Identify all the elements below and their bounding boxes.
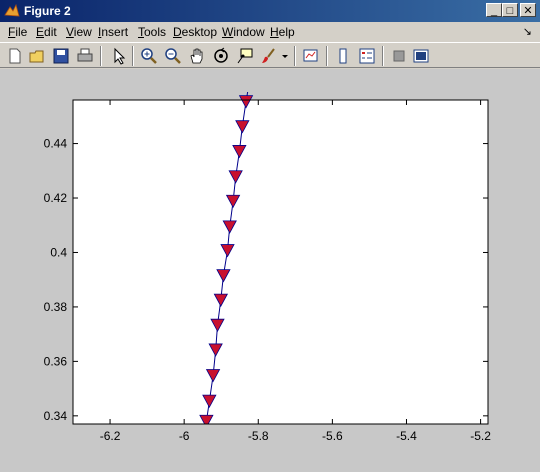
- x-tick-label: -5.2: [470, 429, 491, 443]
- plot-area: [73, 100, 488, 424]
- y-tick-label: 0.44: [44, 137, 68, 151]
- y-tick-label: 0.36: [44, 354, 68, 368]
- x-tick-label: -5.8: [248, 429, 269, 443]
- plot-axes[interactable]: -6.2 -6 -5.8 -5.6 -5.4 -5.2 0.34 0.36 0.38 0.4 0.4…: [0, 0, 540, 472]
- y-tick-label: 0.42: [44, 191, 68, 205]
- x-tick-label: -5.4: [396, 429, 417, 443]
- x-tick-label: -6: [179, 429, 190, 443]
- y-tick-label: 0.38: [44, 300, 68, 314]
- data-point-marker: [244, 72, 257, 84]
- x-tick-label: -6.2: [100, 429, 121, 443]
- x-tick-label: -5.6: [322, 429, 343, 443]
- y-tick-label: 0.4: [50, 245, 67, 259]
- figure-window: Figure 2 _ □ ✕ File Edit View Insert Too…: [0, 0, 540, 472]
- y-tick-label: 0.34: [44, 409, 68, 423]
